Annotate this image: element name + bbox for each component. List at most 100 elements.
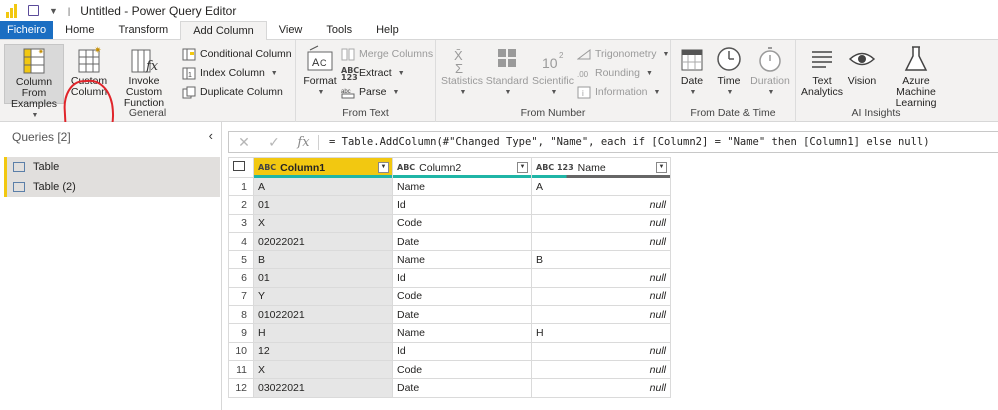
cancel-formula-icon[interactable]: ✕ — [229, 134, 259, 151]
filter-dropdown-icon[interactable]: ▼ — [656, 162, 667, 173]
vision-button[interactable]: Vision — [845, 44, 879, 87]
index-column-button[interactable]: 1 Index Column ▼ — [182, 64, 278, 82]
save-icon[interactable] — [28, 5, 39, 16]
cell-name[interactable]: null — [531, 305, 671, 325]
format-button[interactable]: AC Format ▼ — [302, 44, 338, 98]
cell-column2[interactable]: Code — [392, 286, 532, 307]
cell-column2[interactable]: Code — [392, 359, 532, 380]
cell-column1[interactable]: 01 — [253, 268, 393, 288]
tab-add-column[interactable]: Add Column — [180, 21, 267, 40]
cell-column1[interactable]: 03022021 — [253, 378, 393, 398]
table-row[interactable]: 4 02022021 Date null — [228, 231, 671, 252]
cell-column1[interactable]: 01022021 — [253, 305, 393, 325]
query-item-table-2[interactable]: Table (2) — [4, 177, 220, 197]
time-button[interactable]: Time ▼ — [711, 44, 747, 98]
svg-text:2: 2 — [559, 51, 564, 60]
cell-name[interactable]: null — [531, 213, 671, 233]
cell-column2[interactable]: Date — [392, 231, 532, 252]
cell-name[interactable]: null — [531, 286, 671, 307]
tab-help[interactable]: Help — [364, 21, 411, 39]
cell-name[interactable]: H — [531, 323, 671, 343]
table-row[interactable]: 8 01022021 Date null — [228, 305, 671, 325]
cell-name[interactable]: B — [531, 250, 671, 270]
cell-name[interactable]: null — [531, 359, 671, 380]
duration-button[interactable]: Duration ▼ — [747, 44, 793, 98]
cell-column1[interactable]: X — [253, 359, 393, 380]
cell-name[interactable]: null — [531, 378, 671, 398]
type-icon-text[interactable]: ABC — [397, 164, 415, 172]
cell-name[interactable]: null — [531, 268, 671, 288]
column-header-name[interactable]: ABC 123 Name ▼ — [531, 157, 671, 178]
cell-column1[interactable]: B — [253, 250, 393, 270]
cell-column1[interactable]: Y — [253, 286, 393, 307]
filter-dropdown-icon[interactable]: ▼ — [517, 162, 528, 173]
type-icon-any[interactable]: ABC 123 — [536, 164, 574, 172]
query-item-label: Table — [33, 161, 60, 173]
cell-column2[interactable]: Id — [392, 195, 532, 215]
conditional-column-button[interactable]: Conditional Column — [182, 45, 292, 63]
text-analytics-button[interactable]: Text Analytics — [799, 44, 845, 98]
table-row[interactable]: 12 03022021 Date null — [228, 378, 671, 398]
confirm-formula-icon[interactable]: ✓ — [259, 134, 289, 151]
cell-column2[interactable]: Date — [392, 378, 532, 398]
cell-column2[interactable]: Name — [392, 250, 532, 270]
custom-column-button[interactable]: ✷ Custom Column — [68, 44, 110, 98]
data-grid: ABC Column1 ▼ ABC Column2 ▼ ABC 123 Name ▼ … — [228, 157, 671, 398]
table-row[interactable]: 3 X Code null — [228, 213, 671, 233]
query-item-table[interactable]: Table — [4, 157, 220, 177]
cell-column1[interactable]: H — [253, 323, 393, 343]
formula-input[interactable]: = Table.AddColumn(#"Changed Type", "Name… — [319, 136, 930, 148]
azure-machine-learning-button[interactable]: Azure Machine Learning — [881, 44, 951, 109]
table-row[interactable]: 2 01 Id null — [228, 195, 671, 215]
grid-corner-menu[interactable] — [228, 157, 254, 178]
cell-column2[interactable]: Name — [392, 176, 532, 197]
statistics-button[interactable]: X̄ Σ Statistics ▼ — [441, 44, 483, 98]
tab-file[interactable]: Ficheiro — [0, 21, 54, 39]
rounding-button[interactable]: .00 Rounding ▼ — [577, 64, 653, 82]
table-row[interactable]: 10 12 Id null — [228, 341, 671, 361]
information-button[interactable]: i Information ▼ — [577, 83, 660, 101]
cell-column1[interactable]: 02022021 — [253, 231, 393, 252]
table-row[interactable]: 6 01 Id null — [228, 268, 671, 288]
column-header-column1[interactable]: ABC Column1 ▼ — [253, 157, 393, 178]
fx-icon[interactable]: fx — [289, 134, 319, 150]
merge-columns-button[interactable]: Merge Columns — [341, 45, 433, 63]
column-header-column2[interactable]: ABC Column2 ▼ — [392, 157, 532, 178]
table-row[interactable]: 7 Y Code null — [228, 286, 671, 307]
cell-column2[interactable]: Id — [392, 341, 532, 361]
cell-name[interactable]: null — [531, 231, 671, 252]
quick-access-dropdown-icon[interactable]: ▼ — [49, 6, 58, 16]
extract-button[interactable]: ABC 123 Extract ▼ — [341, 64, 405, 82]
cell-column2[interactable]: Code — [392, 213, 532, 233]
filter-dropdown-icon[interactable]: ▼ — [378, 162, 389, 173]
column-from-examples-button[interactable]: ✷ Column From Examples ▼ — [4, 44, 64, 119]
invoke-custom-function-button[interactable]: fx Invoke Custom Function — [110, 44, 178, 109]
scientific-button[interactable]: 10 2 Scientific ▼ — [531, 44, 575, 98]
cell-column1[interactable]: X — [253, 213, 393, 233]
cell-column2[interactable]: Id — [392, 268, 532, 288]
cell-column1[interactable]: 12 — [253, 341, 393, 361]
collapse-panel-icon[interactable]: ‹ — [209, 128, 213, 143]
cell-column2[interactable]: Name — [392, 323, 532, 343]
cell-name[interactable]: null — [531, 341, 671, 361]
parse-button[interactable]: abc Parse ▼ — [341, 83, 399, 101]
tab-tools[interactable]: Tools — [314, 21, 364, 39]
cell-column1[interactable]: 01 — [253, 195, 393, 215]
trigonometry-button[interactable]: Trigonometry ▼ — [576, 45, 669, 63]
column-quality-bar — [254, 175, 392, 178]
type-icon-text[interactable]: ABC — [258, 164, 276, 172]
table-row[interactable]: 1 A Name A — [228, 176, 671, 197]
cell-column2[interactable]: Date — [392, 305, 532, 325]
table-row[interactable]: 5 B Name B — [228, 250, 671, 270]
cell-name[interactable]: null — [531, 195, 671, 215]
cell-name[interactable]: A — [531, 176, 671, 197]
tab-view[interactable]: View — [267, 21, 315, 39]
date-button[interactable]: Date ▼ — [674, 44, 710, 98]
table-row[interactable]: 9 H Name H — [228, 323, 671, 343]
tab-home[interactable]: Home — [53, 21, 106, 39]
table-row[interactable]: 11 X Code null — [228, 359, 671, 380]
standard-button[interactable]: Standard ▼ — [486, 44, 528, 98]
duplicate-column-button[interactable]: Duplicate Column — [182, 83, 283, 101]
cell-column1[interactable]: A — [253, 176, 393, 197]
tab-transform[interactable]: Transform — [106, 21, 180, 39]
